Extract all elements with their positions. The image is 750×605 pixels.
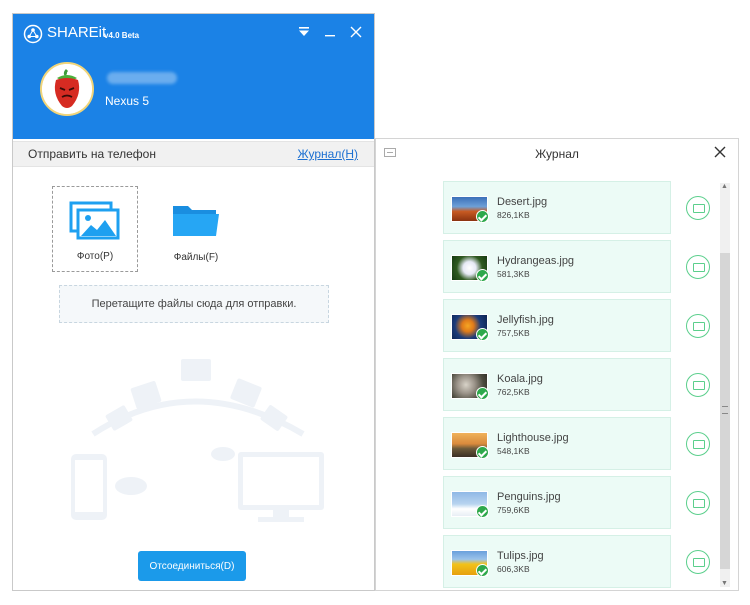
download-to-pc-icon[interactable]: [686, 196, 710, 220]
files-label: Файлы(F): [173, 252, 219, 263]
shareit-logo-icon: [23, 24, 43, 44]
journal-row: Hydrangeas.jpg 581,3KB: [443, 240, 671, 293]
check-icon: [476, 446, 489, 459]
folder-icon: [173, 206, 219, 236]
photo-tile[interactable]: Фото(P): [52, 186, 138, 272]
download-to-pc-icon[interactable]: [686, 255, 710, 279]
file-name: Jellyfish.jpg: [497, 314, 554, 326]
file-size: 826,1KB: [497, 210, 530, 220]
grip-icon: [722, 406, 728, 414]
close-icon: [350, 26, 362, 38]
file-size: 757,5KB: [497, 328, 530, 338]
send-to-phone-label: Отправить на телефон: [28, 147, 156, 161]
close-button[interactable]: [345, 21, 367, 43]
download-to-pc-icon[interactable]: [686, 373, 710, 397]
app-title: SHAREit: [47, 24, 107, 41]
device-name: Nexus 5: [105, 94, 150, 108]
app-version: v4.0 Beta: [104, 31, 140, 40]
main-window: SHAREit v4.0 Beta Nexus 5 Отправить на т…: [12, 13, 375, 591]
journal-link[interactable]: Журнал(H): [298, 147, 358, 161]
journal-row: Jellyfish.jpg 757,5KB: [443, 299, 671, 352]
file-size: 762,5KB: [497, 387, 530, 397]
download-to-pc-icon[interactable]: [686, 432, 710, 456]
check-icon: [476, 564, 489, 577]
file-name: Penguins.jpg: [497, 491, 561, 503]
check-icon: [476, 269, 489, 282]
minimize-button[interactable]: [319, 21, 341, 43]
menu-down-button[interactable]: [293, 21, 315, 43]
journal-row: Koala.jpg 762,5KB: [443, 358, 671, 411]
username-blurred: [107, 72, 177, 84]
journal-title: Журнал: [535, 147, 579, 161]
file-name: Koala.jpg: [497, 373, 543, 385]
close-icon: [714, 146, 726, 158]
journal-row: Penguins.jpg 759,6KB: [443, 476, 671, 529]
file-size: 759,6KB: [497, 505, 530, 515]
download-to-pc-icon[interactable]: [686, 491, 710, 515]
file-size: 606,3KB: [497, 564, 530, 574]
avatar[interactable]: [40, 62, 94, 116]
scroll-down-icon[interactable]: ▼: [721, 580, 728, 587]
scrollbar-thumb[interactable]: [720, 253, 730, 569]
files-tile[interactable]: Файлы(F): [153, 186, 239, 272]
download-to-pc-icon[interactable]: [686, 314, 710, 338]
file-name: Tulips.jpg: [497, 550, 544, 562]
file-size: 548,1KB: [497, 446, 530, 456]
check-icon: [476, 505, 489, 518]
send-bar: Отправить на телефон Журнал(H): [13, 141, 374, 167]
journal-close-button[interactable]: [714, 145, 726, 163]
file-size: 581,3KB: [497, 269, 530, 279]
file-name: Hydrangeas.jpg: [497, 255, 575, 267]
journal-panel: Журнал Desert.jpg 826,1KB Hydrangeas.jpg…: [375, 138, 739, 591]
drop-zone[interactable]: Перетащите файлы сюда для отправки.: [59, 285, 329, 323]
check-icon: [476, 210, 489, 223]
journal-row: Lighthouse.jpg 548,1KB: [443, 417, 671, 470]
download-to-pc-icon[interactable]: [686, 550, 710, 574]
journal-row: Desert.jpg 826,1KB: [443, 181, 671, 234]
check-icon: [476, 387, 489, 400]
transfer-illustration: [71, 359, 324, 522]
journal-scrollbar[interactable]: ▲ ▼: [720, 183, 730, 587]
minimize-icon: [325, 35, 335, 37]
check-icon: [476, 328, 489, 341]
pepper-avatar-icon: [42, 64, 92, 114]
scroll-up-icon[interactable]: ▲: [721, 183, 728, 190]
file-name: Desert.jpg: [497, 196, 548, 208]
file-name: Lighthouse.jpg: [497, 432, 569, 444]
header: SHAREit v4.0 Beta Nexus 5: [13, 14, 374, 139]
photo-icon: [69, 201, 120, 240]
photo-label: Фото(P): [76, 251, 114, 262]
disconnect-button[interactable]: Отсоединиться(D): [138, 551, 246, 581]
journal-row: Tulips.jpg 606,3KB: [443, 535, 671, 588]
menu-down-icon: [299, 27, 309, 36]
